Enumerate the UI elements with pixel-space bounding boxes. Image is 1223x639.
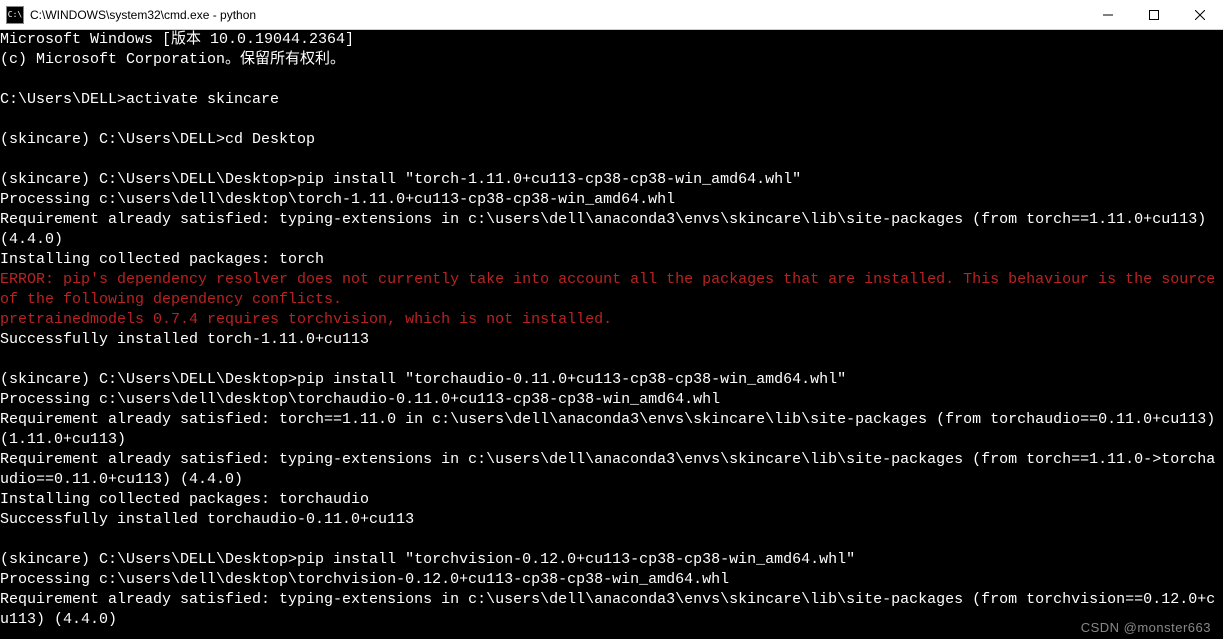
close-button[interactable]: [1177, 0, 1223, 29]
terminal-line: Processing c:\users\dell\desktop\torchvi…: [0, 570, 1223, 590]
window-controls: [1085, 0, 1223, 29]
terminal-line: Requirement already satisfied: typing-ex…: [0, 210, 1223, 250]
terminal-line: Processing c:\users\dell\desktop\torchau…: [0, 390, 1223, 410]
terminal-line: [0, 70, 1223, 90]
terminal-line: Requirement already satisfied: typing-ex…: [0, 450, 1223, 490]
window-title: C:\WINDOWS\system32\cmd.exe - python: [30, 8, 1085, 22]
terminal-line: C:\Users\DELL>activate skincare: [0, 90, 1223, 110]
terminal-line: Successfully installed torch-1.11.0+cu11…: [0, 330, 1223, 350]
terminal-line: (c) Microsoft Corporation。保留所有权利。: [0, 50, 1223, 70]
cmd-icon: C:\: [6, 6, 24, 24]
maximize-button[interactable]: [1131, 0, 1177, 29]
window-titlebar: C:\ C:\WINDOWS\system32\cmd.exe - python: [0, 0, 1223, 30]
terminal-line: Requirement already satisfied: torch==1.…: [0, 410, 1223, 450]
terminal-line: (skincare) C:\Users\DELL>cd Desktop: [0, 130, 1223, 150]
terminal-line: Installing collected packages: torch: [0, 250, 1223, 270]
terminal-line: pretrainedmodels 0.7.4 requires torchvis…: [0, 310, 1223, 330]
terminal-output[interactable]: Microsoft Windows [版本 10.0.19044.2364](c…: [0, 30, 1223, 639]
terminal-line: [0, 530, 1223, 550]
terminal-line: Requirement already satisfied: typing-ex…: [0, 590, 1223, 630]
terminal-line: (skincare) C:\Users\DELL\Desktop>pip ins…: [0, 550, 1223, 570]
watermark-text: CSDN @monster663: [1081, 620, 1211, 635]
terminal-line: Microsoft Windows [版本 10.0.19044.2364]: [0, 30, 1223, 50]
terminal-line: [0, 350, 1223, 370]
terminal-line: ERROR: pip's dependency resolver does no…: [0, 270, 1223, 310]
terminal-line: (skincare) C:\Users\DELL\Desktop>pip ins…: [0, 370, 1223, 390]
terminal-line: [0, 110, 1223, 130]
terminal-line: Successfully installed torchaudio-0.11.0…: [0, 510, 1223, 530]
terminal-line: Processing c:\users\dell\desktop\torch-1…: [0, 190, 1223, 210]
terminal-line: (skincare) C:\Users\DELL\Desktop>pip ins…: [0, 170, 1223, 190]
terminal-line: [0, 150, 1223, 170]
minimize-button[interactable]: [1085, 0, 1131, 29]
terminal-line: Installing collected packages: torchaudi…: [0, 490, 1223, 510]
